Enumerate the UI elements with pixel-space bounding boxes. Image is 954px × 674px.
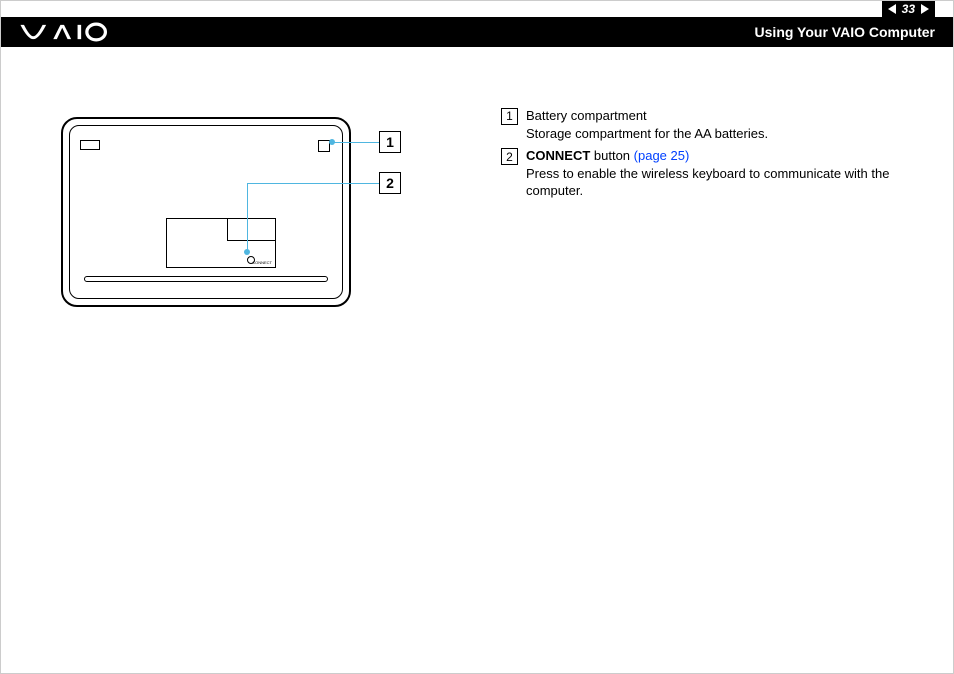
keyboard-bottom-bar: [84, 276, 328, 282]
keyboard-inner-outline: CONNECT: [69, 125, 343, 299]
center-panel-sub: [227, 219, 275, 241]
callout-1-box: 1: [379, 131, 401, 153]
description-page-link[interactable]: (page 25): [634, 148, 690, 163]
page-content: CONNECT 1 2 1 Battery compartment Storag…: [1, 47, 953, 327]
description-body: Battery compartment Storage compartment …: [526, 107, 923, 142]
callout-2-box: 2: [379, 172, 401, 194]
prev-page-arrow-icon[interactable]: [888, 4, 896, 14]
vaio-logo-icon: [19, 22, 119, 42]
page-header: 33 Using Your VAIO Computer: [1, 1, 953, 47]
description-title: Battery compartment: [526, 108, 647, 123]
callout-2-number: 2: [386, 175, 394, 191]
page-navigation: 33: [882, 1, 935, 17]
keyboard-outline: CONNECT: [61, 117, 351, 307]
description-title-rest: button: [590, 148, 633, 163]
description-number-box: 2: [501, 148, 518, 165]
next-page-arrow-icon[interactable]: [921, 4, 929, 14]
descriptions-panel: 1 Battery compartment Storage compartmen…: [501, 107, 923, 327]
description-text: Press to enable the wireless keyboard to…: [526, 166, 889, 199]
description-item: 2 CONNECT button (page 25) Press to enab…: [501, 147, 923, 200]
header-black-bar: Using Your VAIO Computer: [1, 17, 953, 47]
center-panel: CONNECT: [166, 218, 276, 268]
callout-2-vline: [247, 183, 248, 252]
callout-1-number: 1: [386, 134, 394, 150]
description-item: 1 Battery compartment Storage compartmen…: [501, 107, 923, 142]
keyboard-diagram: CONNECT 1 2: [51, 107, 411, 327]
section-title: Using Your VAIO Computer: [755, 24, 935, 40]
page-number: 33: [902, 2, 915, 16]
description-number: 2: [506, 149, 513, 165]
description-body: CONNECT button (page 25) Press to enable…: [526, 147, 923, 200]
callout-1-line: [332, 142, 379, 143]
description-number: 1: [506, 108, 513, 124]
description-title-bold: CONNECT: [526, 148, 590, 163]
header-top-strip: 33: [1, 1, 953, 17]
connect-label: CONNECT: [252, 260, 272, 265]
description-number-box: 1: [501, 108, 518, 125]
description-text: Storage compartment for the AA batteries…: [526, 126, 768, 141]
callout-2-hline: [247, 183, 379, 184]
keyboard-small-label: [80, 140, 100, 150]
